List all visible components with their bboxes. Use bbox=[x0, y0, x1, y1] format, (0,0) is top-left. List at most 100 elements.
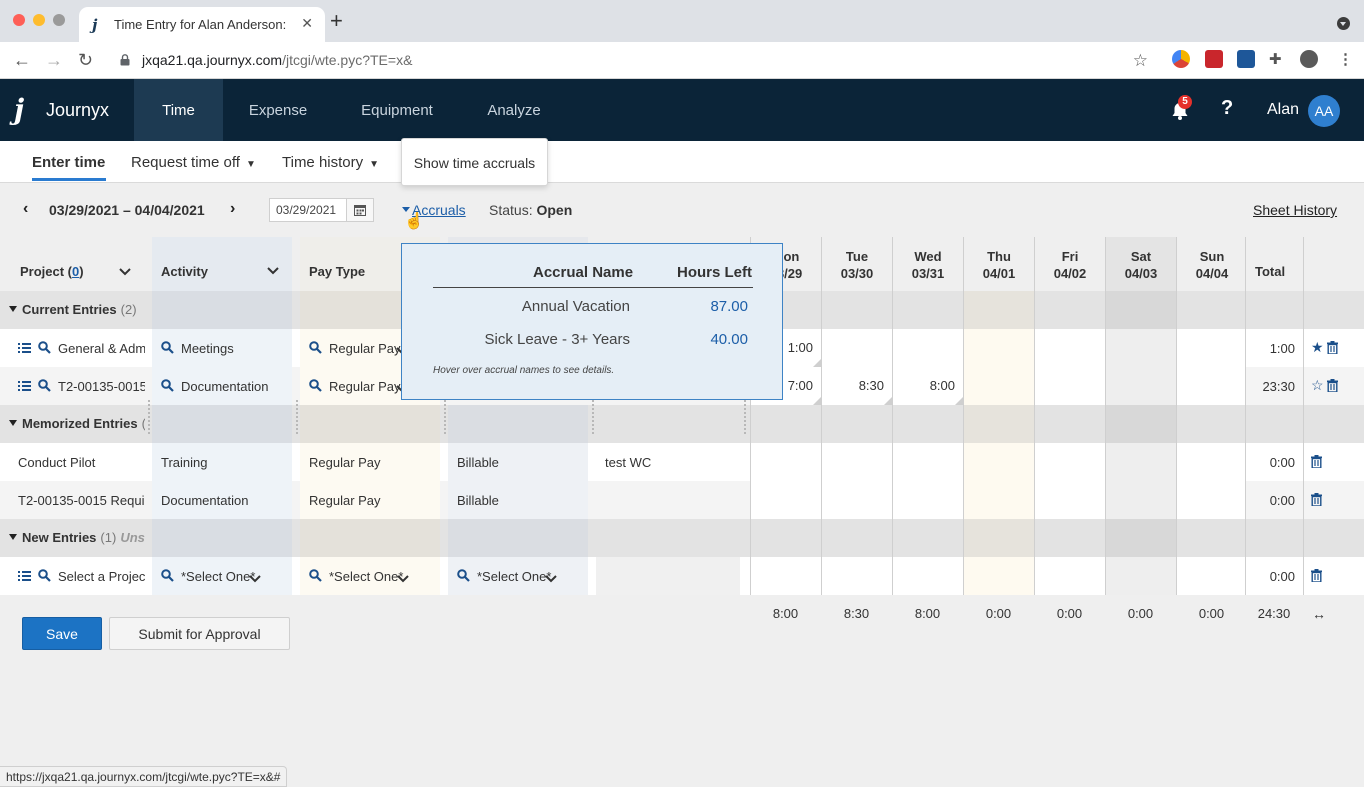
day-hours-cell[interactable]: 8:00 bbox=[892, 367, 963, 405]
bill-select-cell[interactable]: *Select One* bbox=[448, 557, 588, 595]
collapse-group-icon[interactable] bbox=[9, 306, 17, 312]
day-hours-cell[interactable] bbox=[892, 443, 963, 481]
day-hours-cell[interactable] bbox=[1176, 329, 1247, 367]
journyx-extension-icon[interactable] bbox=[1237, 50, 1255, 68]
memorize-star-icon[interactable]: ☆ bbox=[1311, 377, 1324, 394]
comp-value[interactable]: test WC bbox=[605, 455, 651, 470]
accrual-name[interactable]: Sick Leave - 3+ Years bbox=[433, 331, 630, 348]
search-icon[interactable] bbox=[38, 569, 51, 585]
activity-cell[interactable]: Meetings bbox=[152, 329, 292, 367]
activity-column-header[interactable]: Activity bbox=[152, 237, 292, 291]
subnav-enter-time[interactable]: Enter time bbox=[32, 154, 105, 171]
extension-icon[interactable] bbox=[1172, 50, 1190, 68]
back-arrow-icon[interactable]: ← bbox=[13, 50, 31, 70]
day-hours-cell[interactable] bbox=[1176, 557, 1247, 595]
project-cell[interactable]: T2-00135-0015 Requirements bbox=[0, 481, 145, 519]
day-hours-cell[interactable] bbox=[1105, 329, 1176, 367]
day-hours-cell[interactable] bbox=[892, 481, 963, 519]
day-hours-cell[interactable] bbox=[821, 557, 892, 595]
activity-value[interactable]: Meetings bbox=[181, 341, 234, 356]
activity-cell[interactable]: Documentation bbox=[152, 367, 292, 405]
trash-icon[interactable] bbox=[1311, 493, 1322, 509]
calendar-button[interactable] bbox=[347, 198, 374, 222]
trash-icon[interactable] bbox=[1311, 455, 1322, 471]
day-hours-cell[interactable] bbox=[892, 557, 963, 595]
pay_type-select-cell[interactable]: *Select One* bbox=[300, 557, 440, 595]
nav-analyze[interactable]: Analyze bbox=[475, 79, 553, 141]
nav-expense[interactable]: Expense bbox=[232, 79, 324, 141]
cell-comment-corner[interactable] bbox=[884, 397, 892, 405]
select-chevron-icon[interactable] bbox=[545, 571, 557, 586]
pay-type-value[interactable]: Regular Pay bbox=[329, 341, 401, 356]
group-label[interactable]: New Entries(1)Unsaved bbox=[22, 530, 145, 545]
bookmark-star-icon[interactable]: ☆ bbox=[1133, 51, 1148, 71]
search-icon[interactable] bbox=[38, 341, 51, 357]
window-zoom-button[interactable] bbox=[53, 14, 65, 26]
cell-comment-corner[interactable] bbox=[813, 397, 821, 405]
billable-value[interactable]: Billable bbox=[457, 455, 499, 470]
nav-equipment[interactable]: Equipment bbox=[347, 79, 447, 141]
period-date-input[interactable]: 03/29/2021 bbox=[269, 198, 347, 222]
day-hours-cell[interactable] bbox=[963, 481, 1034, 519]
sheet-history-link[interactable]: Sheet History bbox=[1253, 202, 1337, 218]
window-minimize-button[interactable] bbox=[33, 14, 45, 26]
day-hours-cell[interactable] bbox=[750, 481, 821, 519]
project-cell[interactable]: Conduct Pilot bbox=[0, 443, 145, 481]
comp-cell[interactable]: test WC bbox=[596, 443, 740, 481]
day-hours-cell[interactable] bbox=[963, 367, 1034, 405]
activity-value[interactable]: Documentation bbox=[181, 379, 268, 394]
save-button[interactable]: Save bbox=[22, 617, 102, 650]
project-value[interactable]: T2-00135-0015 Requirements bbox=[18, 493, 145, 508]
journyx-logo-icon[interactable]: j bbox=[14, 93, 24, 126]
day-hours-cell[interactable] bbox=[1034, 481, 1105, 519]
trash-icon[interactable] bbox=[1327, 379, 1338, 395]
day-hours-cell[interactable] bbox=[1105, 443, 1176, 481]
column-resize-handle[interactable] bbox=[592, 400, 594, 434]
activity-value[interactable]: Documentation bbox=[161, 493, 248, 508]
activity-cell[interactable]: Documentation bbox=[152, 481, 292, 519]
search-icon[interactable] bbox=[309, 569, 322, 585]
activity-sort-chevron-icon[interactable] bbox=[267, 263, 279, 278]
day-hours-cell[interactable] bbox=[892, 329, 963, 367]
accrual-name[interactable]: Annual Vacation bbox=[433, 298, 630, 315]
help-icon[interactable]: ? bbox=[1221, 97, 1233, 120]
activity-value[interactable]: Training bbox=[161, 455, 207, 470]
project-cell[interactable]: General & Administrative bbox=[0, 329, 145, 367]
cell-comment-corner[interactable] bbox=[955, 397, 963, 405]
group-label[interactable]: Memorized Entries (2) bbox=[22, 416, 145, 431]
day-hours-cell[interactable] bbox=[1034, 367, 1105, 405]
pay-type-cell[interactable]: Regular Pay bbox=[300, 443, 440, 481]
project-value[interactable]: General & Administrative bbox=[58, 341, 145, 356]
extension-red-icon[interactable] bbox=[1205, 50, 1223, 68]
collapse-group-icon[interactable] bbox=[9, 534, 17, 540]
search-icon[interactable] bbox=[161, 379, 174, 395]
day-hours-cell[interactable] bbox=[1176, 367, 1247, 405]
column-resize-handle[interactable] bbox=[296, 400, 298, 434]
user-name[interactable]: Alan bbox=[1267, 101, 1299, 119]
column-resize-handle[interactable] bbox=[744, 400, 746, 434]
pay-type-value[interactable]: Regular Pay bbox=[309, 493, 381, 508]
search-icon[interactable] bbox=[309, 379, 322, 395]
project-select[interactable]: Select a Project bbox=[58, 569, 145, 584]
activity-select[interactable]: *Select One* bbox=[181, 569, 255, 584]
list-details-icon[interactable] bbox=[18, 342, 31, 357]
activity-cell[interactable]: Training bbox=[152, 443, 292, 481]
tab-close-icon[interactable]: ✕ bbox=[301, 15, 313, 32]
memorized-star-icon[interactable]: ★ bbox=[1311, 339, 1324, 356]
day-hours-cell[interactable] bbox=[750, 443, 821, 481]
pay_type-select[interactable]: *Select One* bbox=[329, 569, 403, 584]
window-close-button[interactable] bbox=[13, 14, 25, 26]
group-title-cell[interactable]: Current Entries (2) bbox=[0, 291, 145, 329]
list-details-icon[interactable] bbox=[18, 380, 31, 395]
profile-avatar-icon[interactable] bbox=[1300, 50, 1318, 68]
browser-tab[interactable]: j Time Entry for Alan Anderson: ✕ bbox=[79, 7, 325, 42]
day-hours-cell[interactable] bbox=[963, 557, 1034, 595]
pay-type-value[interactable]: Regular Pay bbox=[309, 455, 381, 470]
day-hours-cell[interactable] bbox=[1176, 481, 1247, 519]
project-sort-chevron-icon[interactable] bbox=[119, 264, 131, 279]
select-chevron-icon[interactable] bbox=[249, 571, 261, 586]
day-hours-cell[interactable] bbox=[821, 329, 892, 367]
day-hours-cell[interactable] bbox=[1176, 443, 1247, 481]
cell-comment-corner[interactable] bbox=[813, 359, 821, 367]
day-hours-cell[interactable] bbox=[963, 443, 1034, 481]
